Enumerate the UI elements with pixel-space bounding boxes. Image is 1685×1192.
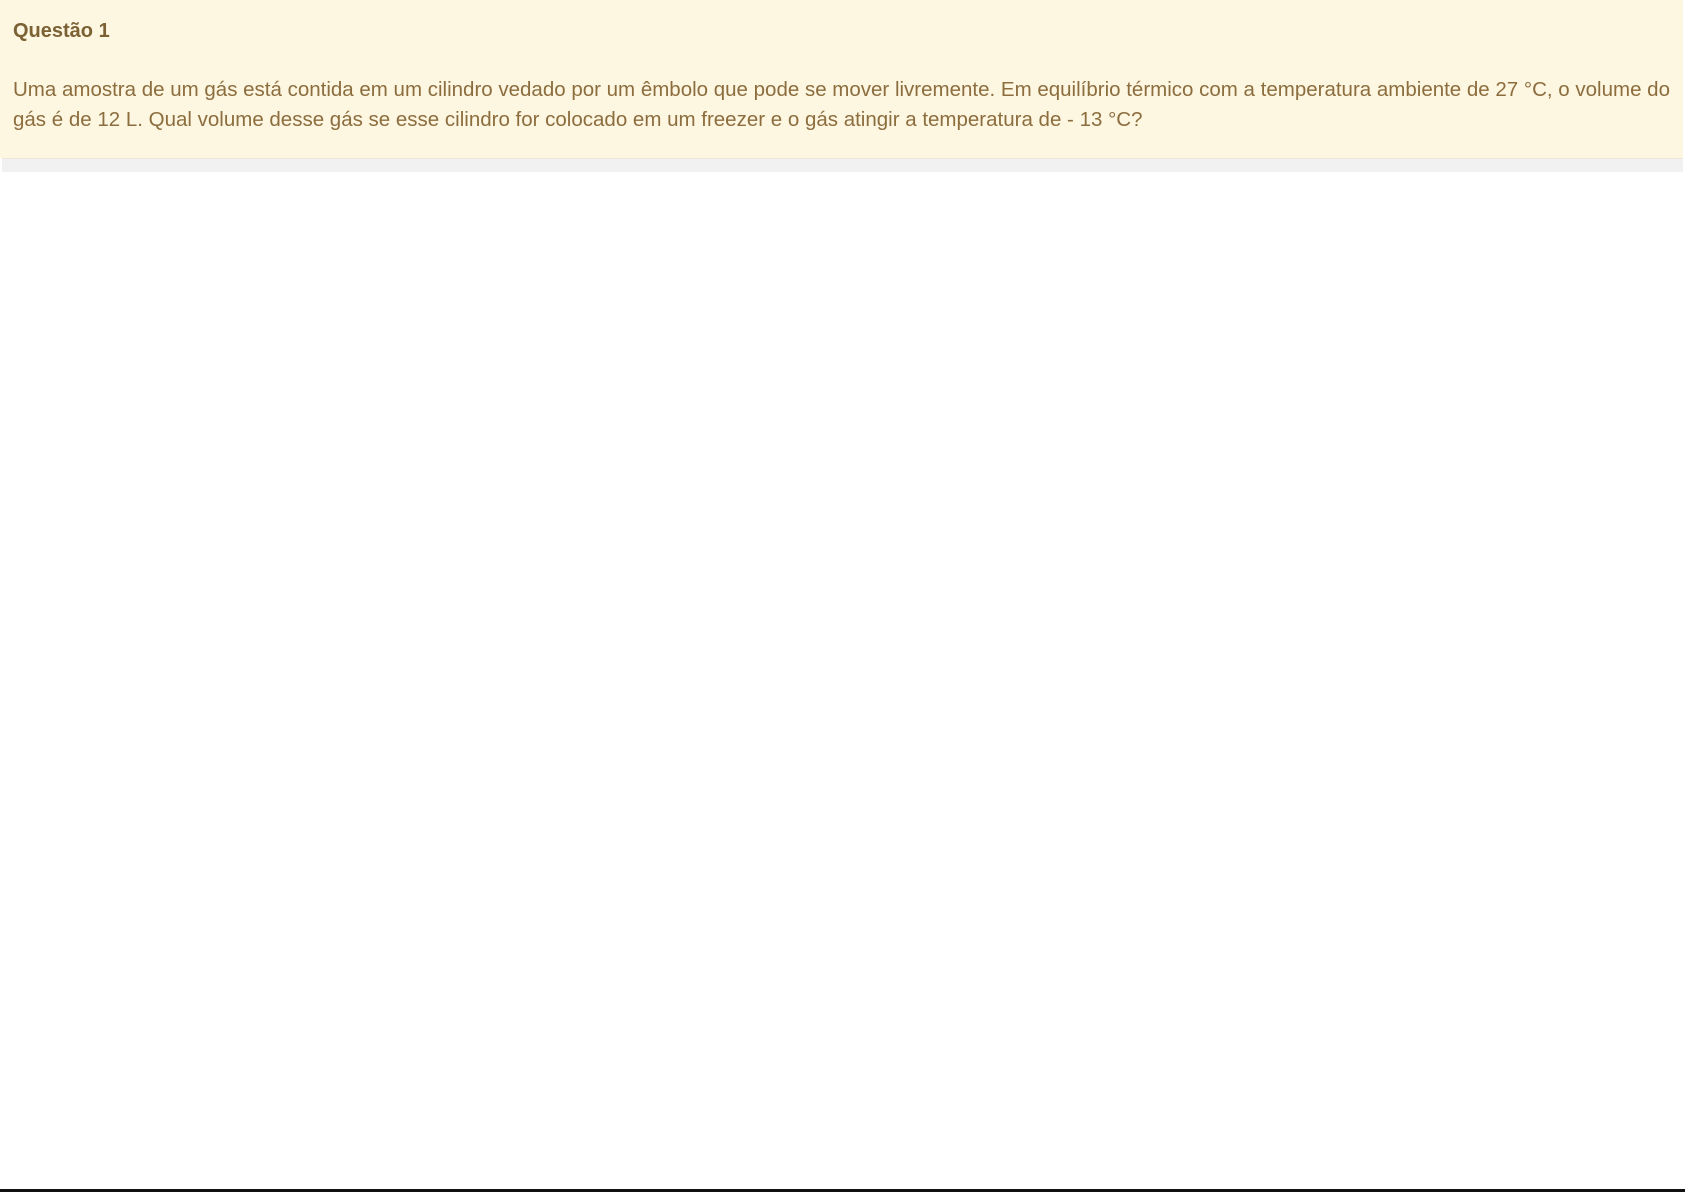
question-panel-footer: [2, 158, 1683, 172]
question-title: Questão 1: [13, 20, 110, 42]
question-panel: Questão 1 Uma amostra de um gás está con…: [0, 0, 1683, 158]
question-text: Uma amostra de um gás está contida em um…: [13, 78, 1670, 131]
